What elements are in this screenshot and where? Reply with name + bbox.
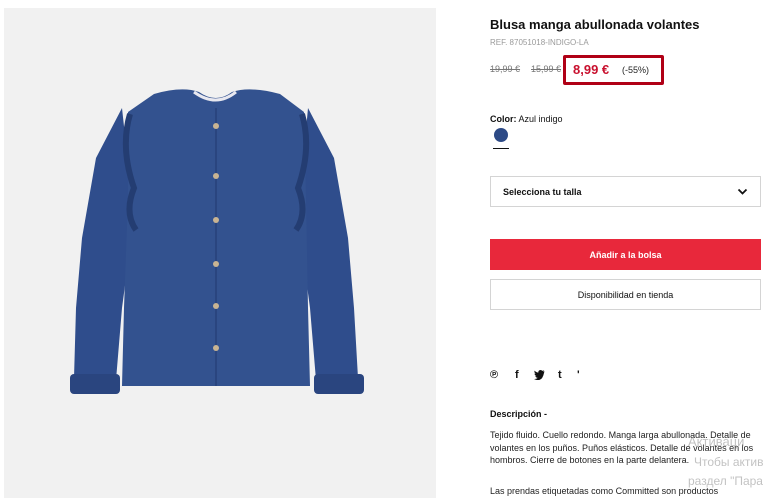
chevron-down-icon [737,188,748,195]
add-to-bag-button[interactable]: Añadir a la bolsa [490,239,761,270]
current-price-highlight: 8,99 € (-55%) [563,55,664,85]
pinterest-icon[interactable]: ℗ [490,369,498,381]
color-value: Azul indigo [518,114,563,124]
facebook-icon[interactable]: f [515,369,519,381]
product-reference: REF. 87051018-INDIGO-LA [490,38,589,47]
store-availability-button[interactable]: Disponibilidad en tienda [490,279,761,310]
discount-badge: (-55%) [622,65,650,75]
more-icon[interactable]: ' [577,369,580,381]
watermark-line-1: Активаци [688,434,745,449]
original-price: 19,99 € [490,64,521,74]
current-price: 8,99 € [573,62,610,77]
size-select-label: Selecciona tu talla [503,187,582,197]
watermark-line-2: Чтобы актив [694,455,764,469]
swatch-selected-underline [493,148,509,149]
twitter-icon[interactable] [534,370,545,380]
size-select[interactable]: Selecciona tu talla [490,176,761,207]
description-footer: Las prendas etiquetadas como Committed s… [490,486,719,496]
tumblr-icon[interactable]: t [558,369,562,381]
watermark-line-3: раздел "Пара [688,474,763,488]
description-title[interactable]: Descripción - [490,409,547,419]
previous-price: 15,99 € [531,64,562,74]
product-title: Blusa manga abullonada volantes [490,17,700,32]
product-image[interactable] [4,8,436,498]
color-label-row: Color: Azul indigo [490,114,563,124]
color-swatch-indigo[interactable] [494,128,508,142]
color-label: Color: [490,114,517,124]
product-info-panel: Blusa manga abullonada volantes REF. 870… [490,0,777,498]
blouse-illustration [70,89,364,394]
